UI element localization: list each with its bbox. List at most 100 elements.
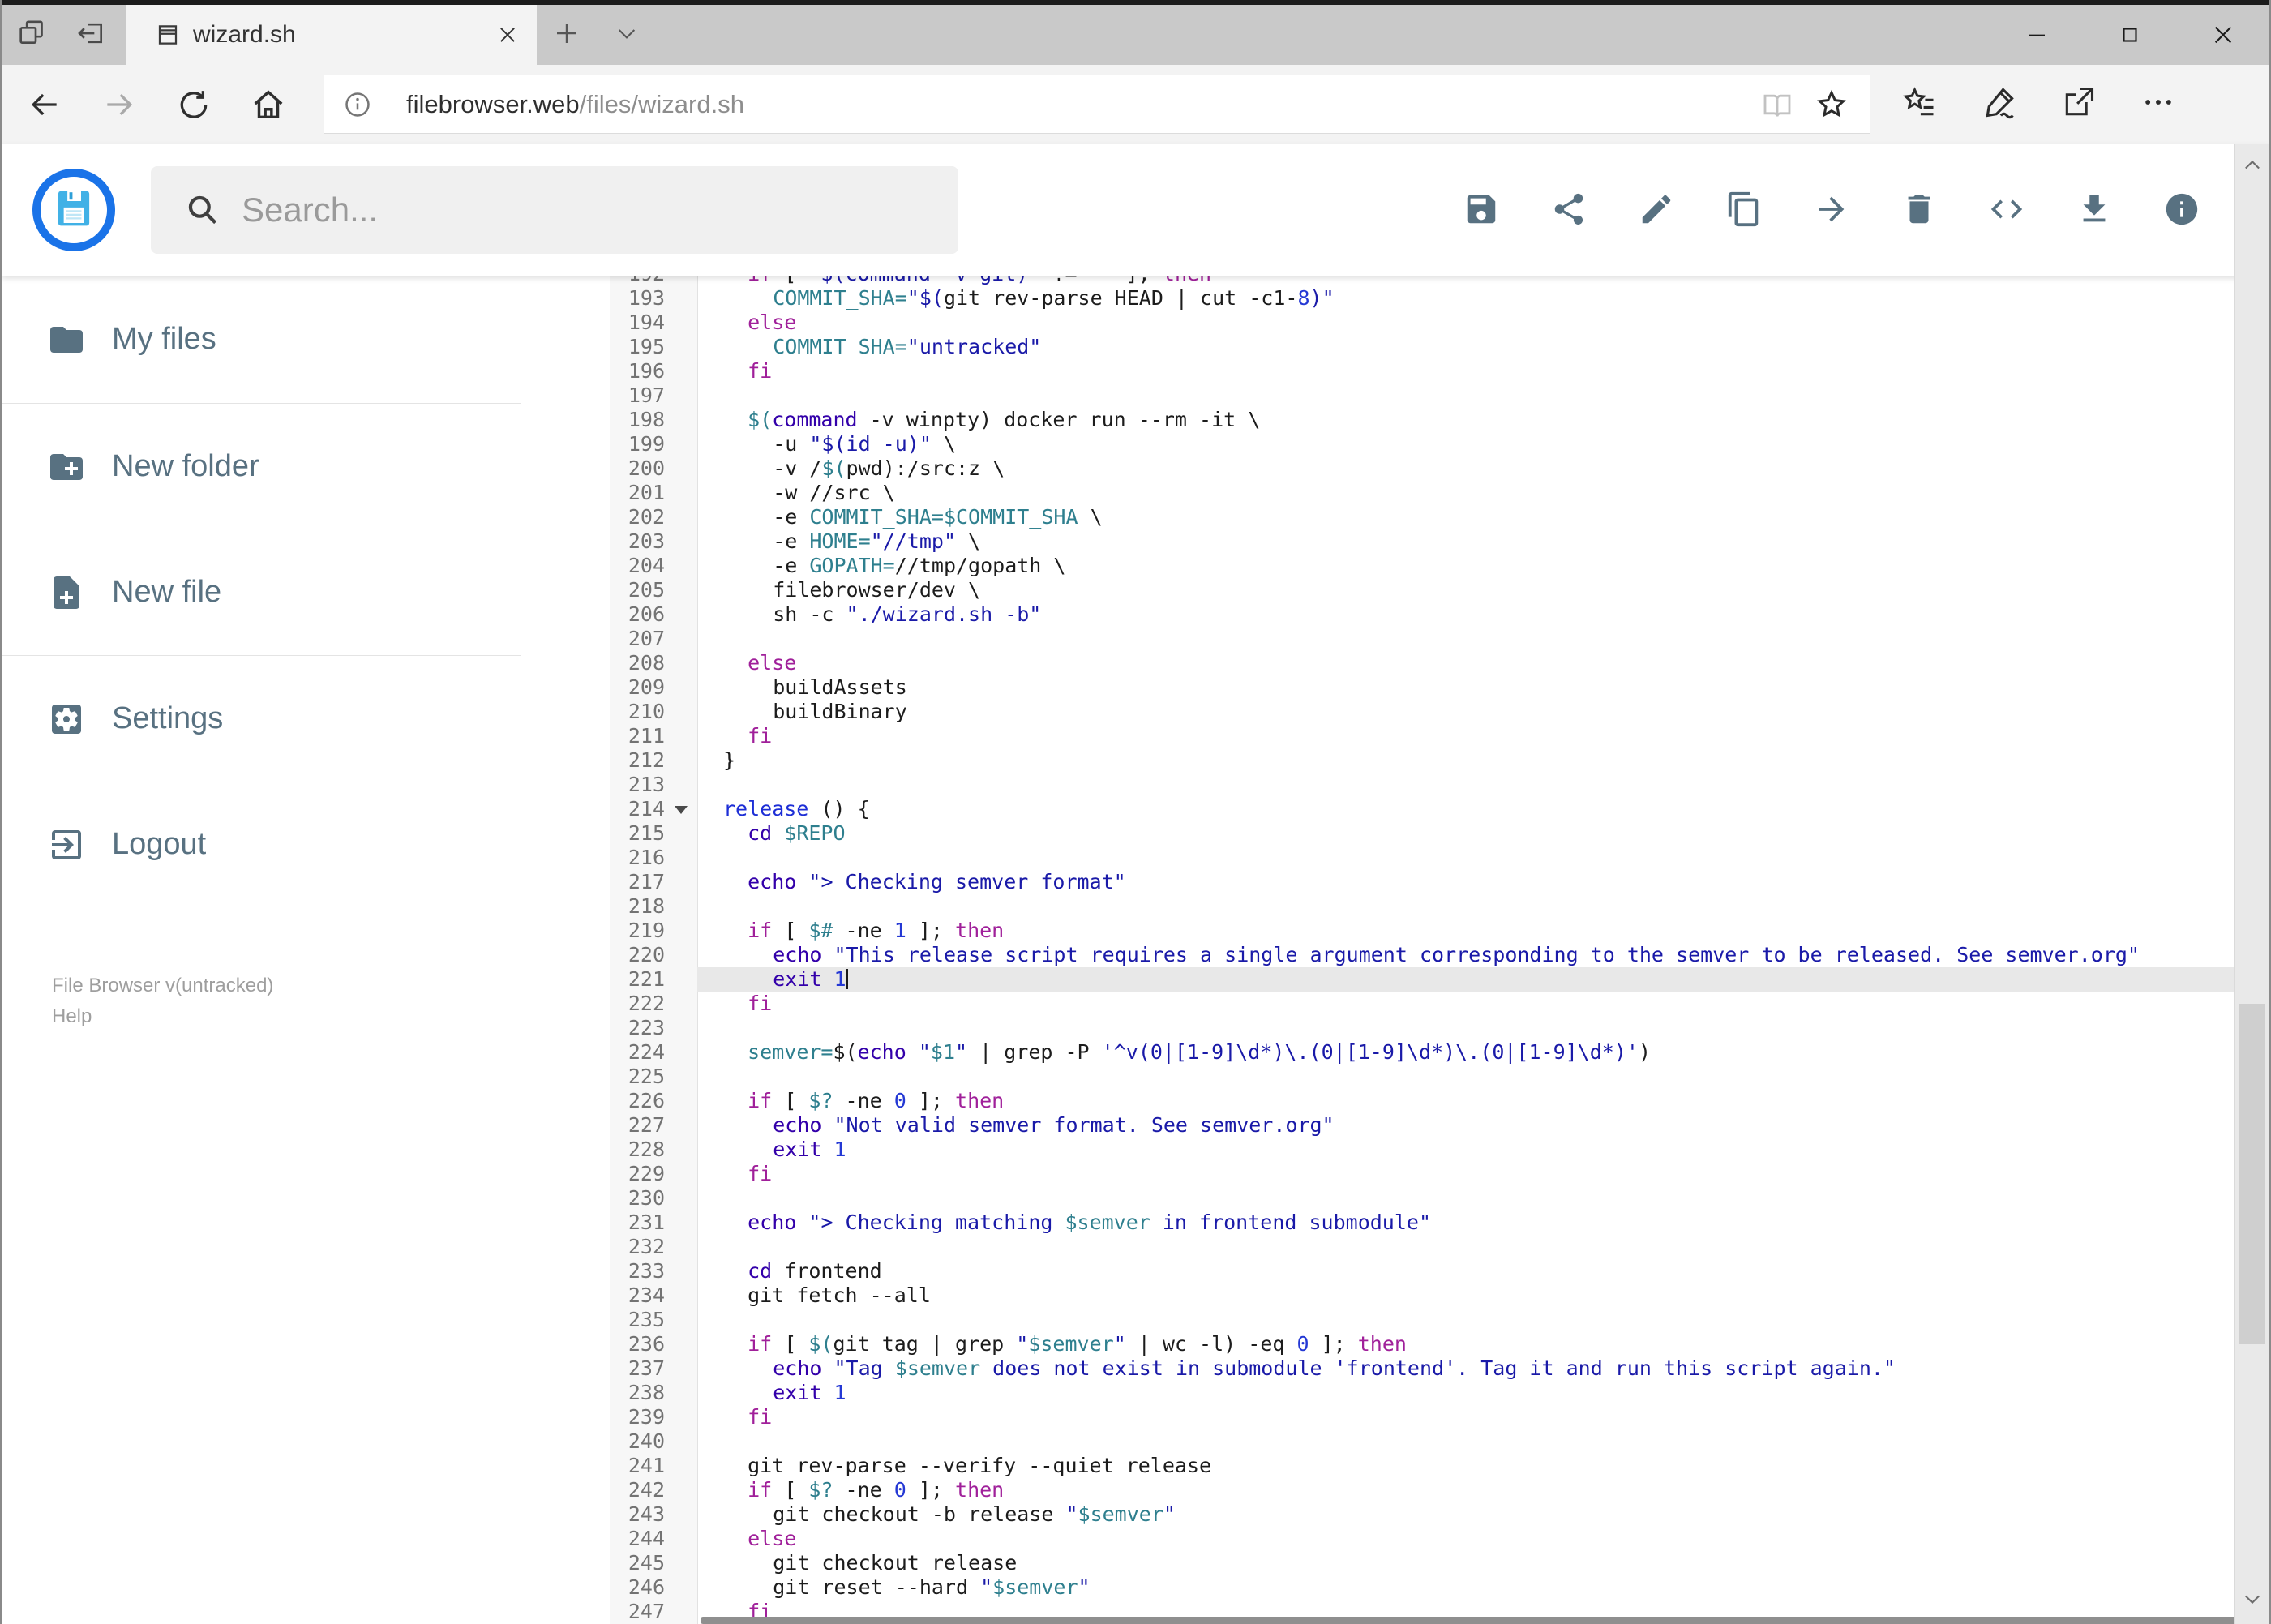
code-line[interactable]: 217 echo "> Checking semver format" bbox=[610, 870, 2269, 894]
code-line[interactable]: 209 buildAssets bbox=[610, 675, 2269, 700]
refresh-button[interactable] bbox=[169, 79, 219, 130]
code-line[interactable]: 206 sh -c "./wizard.sh -b" bbox=[610, 602, 2269, 627]
filebrowser-logo[interactable] bbox=[32, 169, 115, 251]
code-line[interactable]: 211 fi bbox=[610, 724, 2269, 748]
tab-list-dropdown-button[interactable] bbox=[597, 5, 657, 65]
code-line[interactable]: 228 exit 1 bbox=[610, 1138, 2269, 1162]
annotate-button[interactable] bbox=[1970, 75, 2029, 134]
sidebar-item-logout[interactable]: Logout bbox=[2, 782, 610, 907]
code-line[interactable]: 231 echo "> Checking matching $semver in… bbox=[610, 1211, 2269, 1235]
code-line[interactable]: 194 else bbox=[610, 311, 2269, 335]
sidebar-item-new-file[interactable]: New file bbox=[2, 529, 610, 655]
code-line[interactable]: 223 bbox=[610, 1016, 2269, 1040]
favorite-star-icon[interactable] bbox=[1815, 88, 1849, 122]
code-line[interactable]: 199 -u "$(id -u)" \ bbox=[610, 432, 2269, 456]
search-box[interactable] bbox=[151, 166, 958, 254]
editor-horizontal-scrollbar[interactable] bbox=[701, 1617, 2263, 1624]
scroll-up-icon[interactable] bbox=[2241, 154, 2264, 181]
code-line[interactable]: 235 bbox=[610, 1308, 2269, 1332]
back-button[interactable] bbox=[19, 79, 70, 130]
code-line[interactable]: 240 bbox=[610, 1429, 2269, 1454]
code-line[interactable]: 224 semver=$(echo "$1" | grep -P '^v(0|[… bbox=[610, 1040, 2269, 1065]
sidebar-item-my-files[interactable]: My files bbox=[2, 276, 610, 403]
code-line[interactable]: 244 else bbox=[610, 1527, 2269, 1551]
help-link[interactable]: Help bbox=[52, 1001, 610, 1032]
code-line[interactable]: 245 git checkout release bbox=[610, 1551, 2269, 1575]
code-line[interactable]: 193 COMMIT_SHA="$(git rev-parse HEAD | c… bbox=[610, 286, 2269, 311]
tab-wizard-sh[interactable]: wizard.sh bbox=[126, 5, 537, 65]
reading-view-icon[interactable] bbox=[1761, 88, 1793, 121]
code-line[interactable]: 203 -e HOME="//tmp" \ bbox=[610, 529, 2269, 554]
code-line[interactable]: 225 bbox=[610, 1065, 2269, 1089]
new-tab-button[interactable] bbox=[537, 5, 597, 65]
url-bar[interactable]: filebrowser.web/files/wizard.sh bbox=[324, 75, 1870, 133]
code-line[interactable]: 229 fi bbox=[610, 1162, 2269, 1186]
move-button[interactable] bbox=[1806, 184, 1858, 236]
code-line[interactable]: 243 git checkout -b release "$semver" bbox=[610, 1502, 2269, 1527]
code-line[interactable]: 215 cd $REPO bbox=[610, 821, 2269, 846]
raw-code-button[interactable] bbox=[1981, 184, 2033, 236]
code-line[interactable]: 192 if [ "$(command -v git)" != "" ]; th… bbox=[610, 276, 2269, 286]
code-line[interactable]: 227 echo "Not valid semver format. See s… bbox=[610, 1113, 2269, 1138]
code-line[interactable]: 202 -e COMMIT_SHA=$COMMIT_SHA \ bbox=[610, 505, 2269, 529]
sidebar-item-settings[interactable]: Settings bbox=[2, 656, 610, 782]
code-line[interactable]: 214 release () { bbox=[610, 797, 2269, 821]
delete-button[interactable] bbox=[1893, 184, 1945, 236]
code-line[interactable]: 222 fi bbox=[610, 992, 2269, 1016]
code-line[interactable]: 242 if [ $? -ne 0 ]; then bbox=[610, 1478, 2269, 1502]
favorites-hub-button[interactable] bbox=[1891, 75, 1949, 134]
code-line[interactable]: 204 -e GOPATH=//tmp/gopath \ bbox=[610, 554, 2269, 578]
code-line[interactable]: 234 git fetch --all bbox=[610, 1283, 2269, 1308]
code-line[interactable]: 239 fi bbox=[610, 1405, 2269, 1429]
code-line[interactable]: 208 else bbox=[610, 651, 2269, 675]
code-line[interactable]: 205 filebrowser/dev \ bbox=[610, 578, 2269, 602]
search-input[interactable] bbox=[240, 190, 958, 230]
code-line[interactable]: 201 -w //src \ bbox=[610, 481, 2269, 505]
minimize-button[interactable] bbox=[1990, 5, 2083, 65]
code-editor[interactable]: 192 if [ "$(command -v git)" != "" ]; th… bbox=[610, 276, 2269, 1624]
code-line[interactable]: 207 bbox=[610, 627, 2269, 651]
code-line[interactable]: 233 cd frontend bbox=[610, 1259, 2269, 1283]
code-line[interactable]: 230 bbox=[610, 1186, 2269, 1211]
more-actions-button[interactable] bbox=[2129, 75, 2187, 134]
close-button[interactable] bbox=[2176, 5, 2269, 65]
forward-button[interactable] bbox=[94, 79, 144, 130]
code-line[interactable]: 210 buildBinary bbox=[610, 700, 2269, 724]
code-line[interactable]: 226 if [ $? -ne 0 ]; then bbox=[610, 1089, 2269, 1113]
code-line[interactable]: 196 fi bbox=[610, 359, 2269, 384]
share-page-button[interactable] bbox=[2050, 75, 2108, 134]
code-line[interactable]: 246 git reset --hard "$semver" bbox=[610, 1575, 2269, 1600]
edit-button[interactable] bbox=[1630, 184, 1682, 236]
code-line[interactable]: 219 if [ $# -ne 1 ]; then bbox=[610, 919, 2269, 943]
home-button[interactable] bbox=[243, 79, 294, 130]
code-line[interactable]: 221 exit 1 bbox=[610, 967, 2269, 992]
copy-button[interactable] bbox=[1718, 184, 1770, 236]
download-button[interactable] bbox=[2068, 184, 2120, 236]
code-line[interactable]: 197 bbox=[610, 384, 2269, 408]
code-line[interactable]: 200 -v /$(pwd):/src:z \ bbox=[610, 456, 2269, 481]
scroll-down-icon[interactable] bbox=[2241, 1588, 2264, 1614]
info-button[interactable] bbox=[2156, 184, 2208, 236]
sidebar-item-new-folder[interactable]: New folder bbox=[2, 404, 610, 529]
code-line[interactable]: 216 bbox=[610, 846, 2269, 870]
code-line[interactable]: 218 bbox=[610, 894, 2269, 919]
tab-close-icon[interactable] bbox=[496, 24, 519, 46]
page-scrollbar[interactable] bbox=[2234, 144, 2269, 1624]
maximize-button[interactable] bbox=[2083, 5, 2176, 65]
site-info-icon[interactable] bbox=[342, 89, 373, 120]
code-line[interactable]: 195 COMMIT_SHA="untracked" bbox=[610, 335, 2269, 359]
code-line[interactable]: 236 if [ $(git tag | grep "$semver" | wc… bbox=[610, 1332, 2269, 1356]
code-line[interactable]: 241 git rev-parse --verify --quiet relea… bbox=[610, 1454, 2269, 1478]
code-line[interactable]: 237 echo "Tag $semver does not exist in … bbox=[610, 1356, 2269, 1381]
share-button[interactable] bbox=[1543, 184, 1595, 236]
code-line[interactable]: 238 exit 1 bbox=[610, 1381, 2269, 1405]
fold-arrow-icon[interactable] bbox=[675, 806, 688, 814]
tab-preview-button[interactable] bbox=[2, 5, 62, 65]
scrollbar-thumb[interactable] bbox=[2239, 1004, 2265, 1344]
code-line[interactable]: 232 bbox=[610, 1235, 2269, 1259]
code-line[interactable]: 212} bbox=[610, 748, 2269, 773]
set-tabs-aside-button[interactable] bbox=[62, 5, 122, 65]
code-line[interactable]: 213 bbox=[610, 773, 2269, 797]
code-line[interactable]: 198 $(command -v winpty) docker run --rm… bbox=[610, 408, 2269, 432]
save-button[interactable] bbox=[1455, 184, 1507, 236]
